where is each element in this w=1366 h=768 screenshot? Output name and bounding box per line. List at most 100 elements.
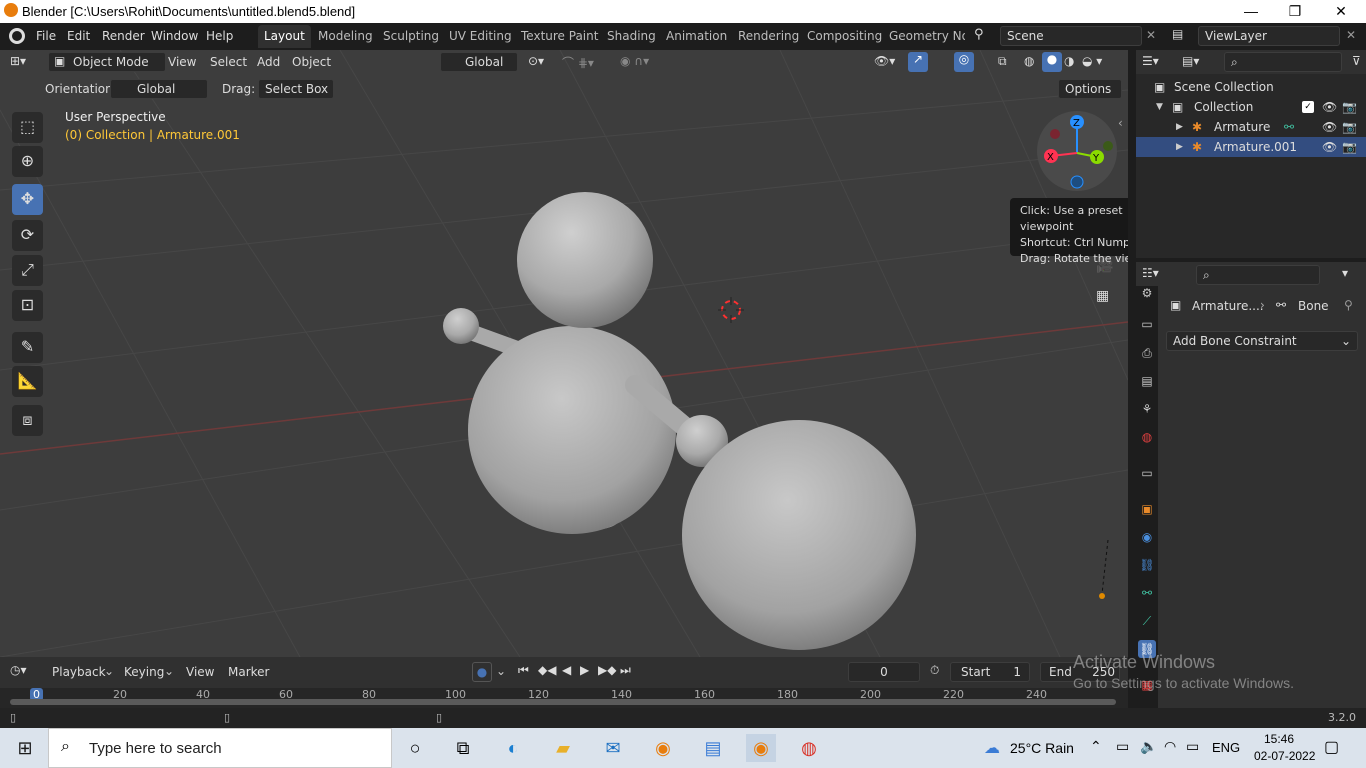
mode-selector[interactable]: Object Mode	[48, 52, 166, 72]
scene-icon[interactable]: ⚲	[974, 27, 984, 42]
taskbar-search-box[interactable]: ⌕ Type here to search	[48, 728, 392, 768]
menu-file[interactable]: File	[36, 29, 56, 43]
move-tool[interactable]: ✥	[12, 184, 43, 215]
clock-date[interactable]: 02-07-2022	[1254, 749, 1315, 763]
menu-render[interactable]: Render	[102, 29, 145, 43]
select-box-tool[interactable]: ⬚	[12, 112, 43, 143]
expand-icon[interactable]: ▶	[1176, 117, 1183, 137]
tab-geometry-nodes[interactable]: Geometry Noc	[883, 25, 965, 48]
filter-icon[interactable]: ⊽	[1352, 54, 1361, 68]
tab-compositing[interactable]: Compositing	[801, 25, 888, 48]
tool-tab-icon[interactable]: ⚙	[1138, 284, 1156, 302]
next-keyframe-icon[interactable]: ▶◆	[598, 663, 616, 677]
annotate-tool[interactable]: ✎	[12, 332, 43, 363]
proportional-edit-icon[interactable]: ◉ ∩▾	[620, 54, 649, 68]
properties-search[interactable]: ⌕	[1196, 265, 1320, 285]
battery-icon[interactable]: ▭	[1186, 738, 1199, 755]
menu-marker[interactable]: Marker	[228, 665, 269, 679]
physics-tab-icon[interactable]: ◉	[1138, 528, 1156, 546]
file-explorer-icon[interactable]: ▰	[548, 734, 578, 762]
tab-uv-editing[interactable]: UV Editing	[443, 25, 518, 48]
minimize-button[interactable]: —	[1228, 0, 1274, 23]
world-tab-icon[interactable]: ◍	[1138, 428, 1156, 446]
3d-cursor-icon[interactable]	[718, 297, 744, 323]
network-icon[interactable]: ▭	[1116, 738, 1129, 755]
tab-shading[interactable]: Shading	[601, 25, 662, 48]
tab-layout[interactable]: Layout	[258, 25, 311, 48]
start-frame-field[interactable]: Start 1	[950, 662, 1030, 682]
xray-icon[interactable]: ⧉	[998, 54, 1007, 69]
render-camera-icon[interactable]: 📷	[1342, 117, 1357, 137]
jump-end-icon[interactable]: ⏭	[620, 663, 631, 678]
visibility-eye-icon[interactable]: 👁	[1322, 97, 1337, 117]
navigation-gizmo[interactable]: Z Y X	[1036, 110, 1118, 192]
menu-add[interactable]: Add	[257, 55, 280, 69]
collection-row[interactable]: ▼ ▣ Collection ✓ 👁 📷	[1136, 97, 1366, 117]
edge-icon[interactable]: ◐	[498, 734, 528, 762]
visibility-eye-icon[interactable]: 👁	[1322, 137, 1337, 157]
chrome-icon[interactable]: ◍	[794, 734, 824, 762]
volume-icon[interactable]: 🔈	[1140, 738, 1157, 755]
shading-material-icon[interactable]: ◑	[1064, 54, 1074, 68]
transform-orientation-selector[interactable]: Global	[440, 52, 518, 72]
scene-collection-row[interactable]: ▣ Scene Collection	[1136, 77, 1366, 97]
mail-icon[interactable]: ✉	[598, 734, 628, 762]
render-camera-icon[interactable]: 📷	[1342, 137, 1357, 157]
gizmo-toggle-icon[interactable]: ↗	[908, 52, 928, 72]
menu-view[interactable]: View	[168, 55, 196, 69]
view-layer-close-icon[interactable]: ✕	[1346, 28, 1356, 42]
language-indicator[interactable]: ENG	[1212, 740, 1240, 755]
restore-button[interactable]: ❐	[1272, 0, 1318, 23]
tab-modeling[interactable]: Modeling	[312, 25, 379, 48]
pivot-icon[interactable]: ⊙▾	[528, 54, 544, 68]
blender-taskbar-icon[interactable]: ◉	[648, 734, 678, 762]
weather-text[interactable]: 25°C Rain	[1010, 740, 1074, 756]
scene-tab-icon[interactable]: ⚘	[1138, 400, 1156, 418]
notification-icon[interactable]: ▢	[1324, 737, 1339, 757]
cursor-tool[interactable]: ⊕	[12, 146, 43, 177]
play-reverse-icon[interactable]: ◀	[562, 663, 571, 677]
blender-menu-icon[interactable]	[9, 28, 25, 44]
clock-time[interactable]: 15:46	[1264, 732, 1294, 746]
menu-select[interactable]: Select	[210, 55, 247, 69]
jump-start-icon[interactable]: ⏮	[518, 663, 529, 678]
render-camera-icon[interactable]: 📷	[1342, 97, 1357, 117]
exclude-checkbox[interactable]: ✓	[1302, 101, 1314, 113]
menu-playback[interactable]: Playback	[52, 665, 106, 679]
scene-selector[interactable]: Scene	[1000, 26, 1142, 46]
timeline-scrollbar[interactable]	[10, 699, 1116, 705]
object-constraint-tab-icon[interactable]: ⛓	[1138, 556, 1156, 574]
tab-rendering[interactable]: Rendering	[732, 25, 805, 48]
render-tab-icon[interactable]: ▭	[1138, 315, 1156, 333]
play-icon[interactable]: ▶	[580, 663, 589, 677]
close-button[interactable]: ✕	[1318, 0, 1364, 23]
ortho-toggle-icon[interactable]: ▦	[1096, 288, 1109, 304]
sphere-mesh[interactable]	[680, 418, 920, 654]
chevron-up-icon[interactable]: ⌃	[1090, 738, 1102, 755]
outliner-search[interactable]: ⌕	[1224, 52, 1342, 72]
cortana-icon[interactable]: ○	[400, 734, 430, 762]
current-frame-field[interactable]: 0	[848, 662, 920, 682]
armature-data-tab-icon[interactable]: ⚯	[1138, 584, 1156, 602]
collection-tab-icon[interactable]: ▭	[1138, 464, 1156, 482]
shading-solid-icon[interactable]: ●	[1042, 52, 1062, 72]
editor-type-icon[interactable]: ⊞▾	[10, 54, 26, 68]
expand-icon[interactable]: ▼	[1156, 97, 1163, 117]
outliner-item-armature[interactable]: ▶ ✱ Armature ⚯ 👁 📷	[1136, 117, 1366, 137]
output-tab-icon[interactable]: ⎙	[1138, 344, 1156, 362]
shading-rendered-icon[interactable]: ◒ ▾	[1082, 54, 1102, 68]
sidebar-toggle-icon[interactable]: ‹	[1118, 116, 1123, 130]
bone-tab-icon[interactable]: ⟋	[1138, 612, 1156, 630]
menu-keying[interactable]: Keying	[124, 665, 164, 679]
display-mode-icon[interactable]: ▤▾	[1182, 54, 1199, 68]
tab-sculpting[interactable]: Sculpting	[377, 25, 445, 48]
snap-icon[interactable]: ⌒ ⋕▾	[562, 54, 594, 71]
properties-editor-icon[interactable]: ☷▾	[1142, 266, 1159, 280]
visibility-eye-icon[interactable]: 👁	[1322, 117, 1337, 137]
app-taskbar-icon[interactable]: ▤	[698, 734, 728, 762]
properties-options-icon[interactable]: ▾	[1342, 266, 1348, 280]
add-bone-constraint-dropdown[interactable]: Add Bone Constraint ⌄	[1166, 331, 1358, 351]
add-cube-tool[interactable]: ⧈	[12, 405, 43, 436]
tab-animation[interactable]: Animation	[660, 25, 733, 48]
transform-tool[interactable]: ⊡	[12, 290, 43, 321]
